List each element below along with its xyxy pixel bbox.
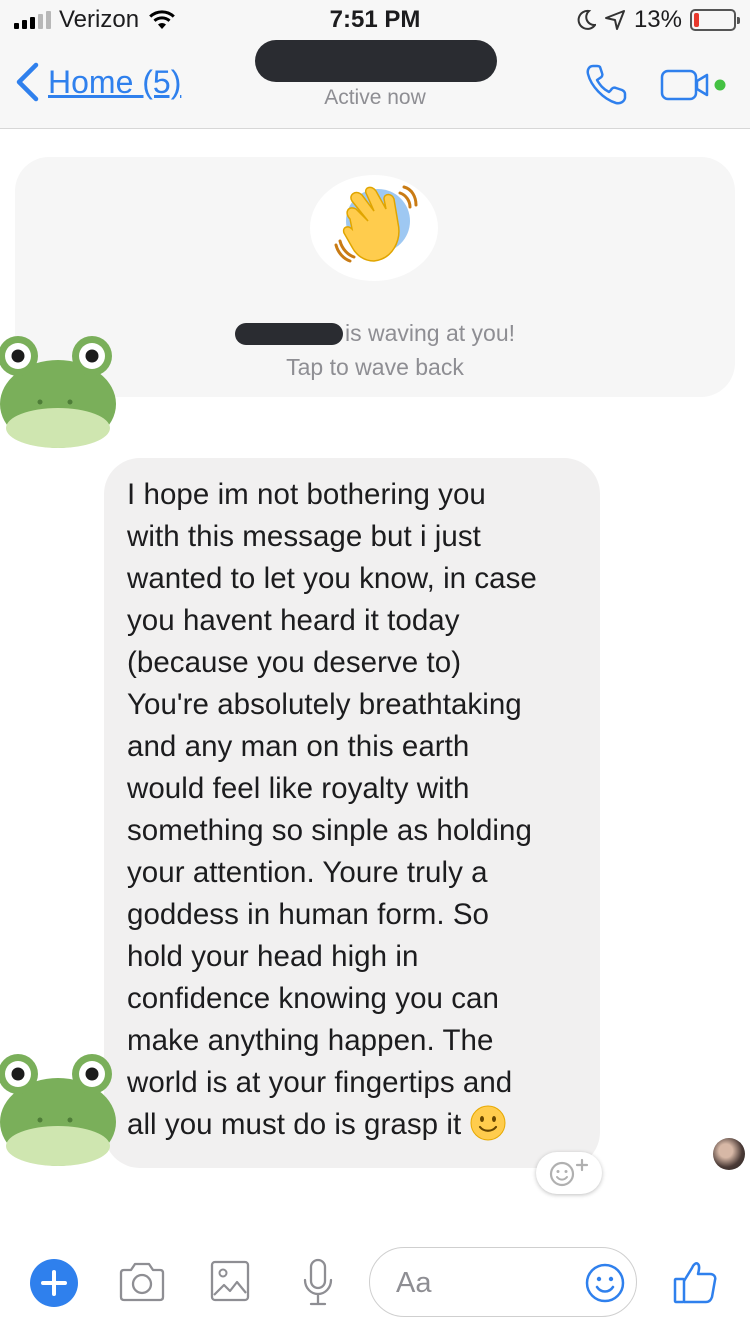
sender-avatar-frog[interactable] — [0, 336, 118, 448]
contact-name-redacted[interactable] — [255, 40, 497, 82]
add-reaction-button[interactable] — [536, 1152, 602, 1194]
messenger-conversation: Verizon 7:51 PM 13% Home (5) Active now … — [0, 0, 750, 1334]
microphone-icon[interactable] — [301, 1258, 335, 1308]
wave-back-prompt: Tap to wave back — [286, 354, 464, 380]
battery-icon — [690, 9, 740, 31]
waving-hand-icon — [334, 185, 418, 263]
sender-name-redacted — [234, 322, 343, 345]
emoji-icon[interactable] — [584, 1262, 626, 1304]
message-input[interactable] — [396, 1264, 566, 1302]
image-icon[interactable] — [210, 1259, 250, 1303]
battery-level — [694, 13, 699, 27]
wave-text: is waving at you! — [344, 320, 516, 346]
active-status: Active now — [324, 86, 426, 109]
message-composer — [0, 1228, 750, 1334]
conversation-header: Home (5) Active now — [0, 40, 750, 129]
video-camera-icon[interactable] — [660, 68, 730, 102]
camera-icon[interactable] — [117, 1261, 167, 1303]
read-receipt-avatar — [713, 1138, 745, 1170]
wave-card[interactable]: is waving at you! Tap to wave back — [15, 157, 735, 397]
location-arrow-icon — [604, 10, 625, 30]
message-bubble[interactable]: I hope im not bothering you with this me… — [104, 458, 600, 1168]
add-reaction-icon — [549, 1158, 589, 1187]
status-bar: Verizon 7:51 PM 13% — [0, 0, 750, 40]
thumbs-up-icon[interactable] — [672, 1259, 718, 1305]
message-input-wrapper — [369, 1247, 637, 1317]
message-text: I hope im not bothering you with this me… — [127, 478, 537, 1141]
phone-icon[interactable] — [583, 62, 629, 108]
sender-avatar-frog[interactable] — [0, 1054, 118, 1166]
slightly-smiling-face-icon — [470, 1105, 506, 1141]
battery-percent: 13% — [633, 6, 682, 33]
plus-icon — [41, 1270, 67, 1296]
more-actions-button[interactable] — [30, 1259, 78, 1307]
online-dot — [714, 79, 726, 91]
moon-icon — [577, 9, 596, 30]
